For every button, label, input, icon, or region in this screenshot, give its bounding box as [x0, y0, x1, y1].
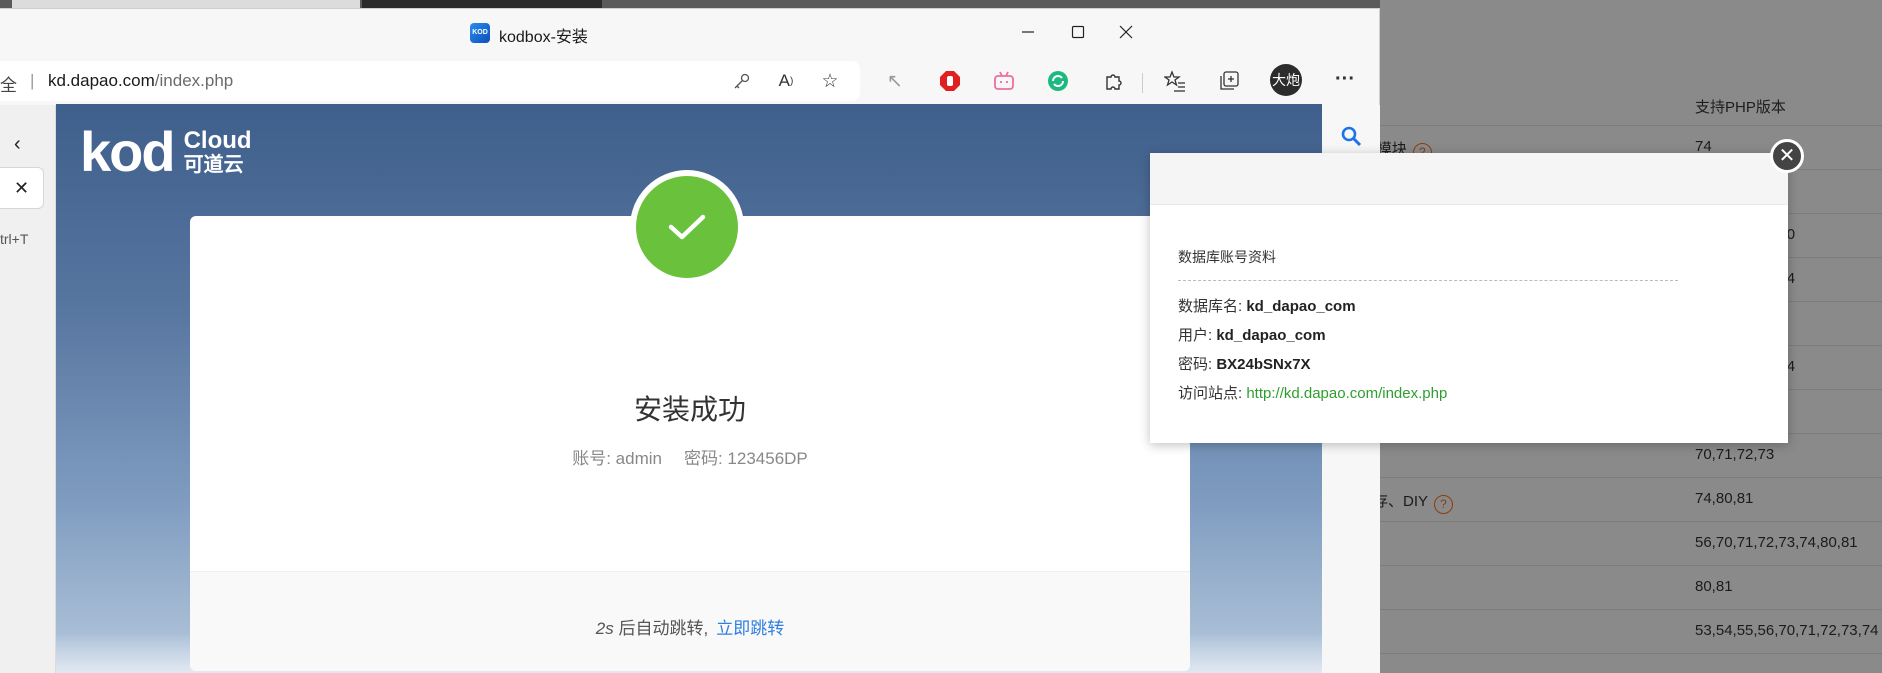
db-site-link[interactable]: http://kd.dapao.com/index.php — [1246, 385, 1447, 402]
extensions-puzzle-icon[interactable] — [1098, 66, 1128, 96]
countdown-seconds: 2s — [595, 619, 614, 638]
row-php-versions: 70,71,72,73 — [1695, 446, 1775, 463]
bilibili-extension-icon[interactable] — [989, 66, 1019, 96]
address-url[interactable]: kd.dapao.com/index.php — [48, 71, 233, 91]
read-aloud-icon[interactable]: A) — [771, 66, 801, 96]
row-php-versions: 56,70,71,72,73,74,80,81 — [1695, 534, 1858, 551]
url-path: /index.php — [154, 71, 234, 90]
card-footer: 2s 后自动跳转, 立即跳转 — [190, 571, 1190, 671]
address-divider: | — [30, 71, 35, 90]
admin-account: 账号: admin — [572, 449, 662, 468]
dialog-header — [1150, 153, 1788, 205]
tab-dark[interactable] — [362, 0, 602, 8]
close-icon: ✕ — [1778, 145, 1796, 167]
close-dialog-button[interactable]: ✕ — [1770, 139, 1804, 173]
add-favorite-icon[interactable]: ☆ — [815, 66, 845, 96]
toolbar-divider — [1142, 73, 1143, 93]
db-name-value: kd_dapao_com — [1246, 298, 1356, 315]
db-user-label: 用户: — [1178, 327, 1213, 344]
help-question-icon[interactable]: ? — [1434, 495, 1454, 514]
minimize-button[interactable] — [1006, 17, 1050, 47]
admin-credentials: 账号: admin 密码: 123456DP — [190, 444, 1190, 469]
kodcloud-logo: kod Cloud 可道云 — [80, 124, 252, 180]
db-user-line: 用户: kd_dapao_com — [1178, 324, 1326, 345]
db-password-line: 密码: BX24bSNx7X — [1178, 353, 1311, 374]
title-bar: KOD kodbox-安装 — [0, 9, 1380, 55]
web-viewport: kod Cloud 可道云 2s 后自动跳转, 立即跳转 安装成功 账号: adm… — [56, 104, 1322, 673]
cursor-extension-icon[interactable]: ↖ — [880, 66, 910, 96]
db-site-label: 访问站点: — [1178, 385, 1243, 402]
db-user-value: kd_dapao_com — [1216, 327, 1326, 344]
success-title: 安装成功 — [633, 394, 746, 425]
search-icon[interactable] — [1338, 123, 1364, 149]
close-panel-button[interactable]: ✕ — [0, 167, 44, 209]
window-title: kodbox-安装 — [499, 29, 588, 46]
favorites-icon[interactable] — [1160, 66, 1190, 96]
tab-strip — [0, 0, 1380, 8]
maximize-button[interactable] — [1056, 17, 1100, 47]
db-password-value: BX24bSNx7X — [1216, 356, 1311, 373]
left-tab-panel: ‹ ✕ trl+T — [0, 105, 56, 673]
key-icon[interactable] — [727, 66, 757, 96]
close-icon: ✕ — [13, 178, 30, 198]
checkmark-icon — [668, 214, 706, 240]
admin-password: 密码: 123456DP — [683, 449, 808, 468]
url-host: kd.dapao.com — [48, 71, 155, 90]
database-info-dialog: 数据库账号资料 数据库名: kd_dapao_com 用户: kd_dapao_… — [1150, 153, 1788, 443]
close-window-button[interactable] — [1104, 17, 1148, 47]
dashed-divider — [1178, 280, 1678, 281]
address-security-label: 全 — [0, 76, 17, 95]
row-php-versions: 80,81 — [1695, 578, 1733, 595]
adblock-extension-icon[interactable] — [935, 66, 965, 96]
countdown-text: 后自动跳转, — [613, 619, 709, 638]
row-php-versions: 53,54,55,56,70,71,72,73,74 — [1695, 622, 1879, 639]
close-icon — [1119, 25, 1133, 39]
db-password-label: 密码: — [1178, 356, 1213, 373]
db-name-label: 数据库名: — [1178, 298, 1243, 315]
minimize-icon — [1022, 31, 1034, 33]
logo-kod-text: kod — [80, 120, 176, 183]
maximize-icon — [1071, 25, 1085, 39]
kodbox-favicon-icon: KOD — [470, 23, 490, 43]
address-bar[interactable]: 全 | kd.dapao.com/index.php A) ☆ — [0, 61, 860, 101]
redirect-countdown: 2s 后自动跳转, 立即跳转 — [190, 614, 1190, 639]
logo-cloud-text: Cloud — [183, 127, 252, 154]
tab-inactive[interactable] — [12, 0, 360, 8]
new-tab-shortcut-hint: trl+T — [0, 231, 29, 247]
profile-avatar[interactable]: 大炮 — [1270, 64, 1302, 96]
collections-icon[interactable] — [1214, 66, 1244, 96]
more-options-icon[interactable]: ··· — [1330, 64, 1360, 94]
chevron-left-icon[interactable]: ‹ — [14, 133, 21, 156]
jump-now-link[interactable]: 立即跳转 — [716, 619, 784, 638]
sync-extension-icon[interactable] — [1043, 66, 1073, 96]
bg-php-column-header: 支持PHP版本 — [1695, 99, 1786, 116]
db-site-line: 访问站点: http://kd.dapao.com/index.php — [1178, 382, 1447, 403]
logo-cn-text: 可道云 — [183, 154, 244, 176]
success-badge — [636, 176, 738, 278]
row-php-versions: 74,80,81 — [1695, 490, 1754, 507]
db-name-line: 数据库名: kd_dapao_com — [1178, 295, 1356, 316]
db-info-heading: 数据库账号资料 — [1178, 249, 1276, 265]
